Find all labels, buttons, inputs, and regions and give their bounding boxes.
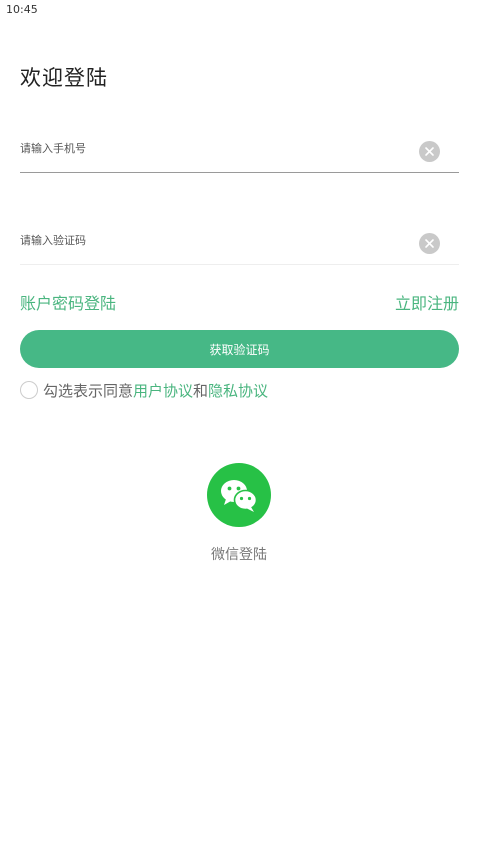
phone-input[interactable] [20,142,400,155]
agreement-prefix-text: 勾选表示同意 [43,381,134,400]
agreement-conjunction-text: 和 [193,381,209,400]
register-link[interactable]: 立即注册 [395,290,459,314]
privacy-agreement-link[interactable]: 隐私协议 [208,380,268,401]
wechat-icon [221,480,258,512]
password-login-link[interactable]: 账户密码登陆 [20,290,116,314]
user-agreement-link[interactable]: 用户协议 [133,380,193,401]
code-field-row [20,224,459,265]
agreement-checkbox[interactable] [20,381,38,399]
clear-icon [425,239,434,248]
wechat-login-label: 微信登陆 [211,547,267,563]
phone-field-row [20,132,459,173]
verification-code-input[interactable] [20,234,400,247]
page-title: 欢迎登陆 [20,66,108,90]
clear-phone-button[interactable] [419,141,440,162]
clear-code-button[interactable] [419,233,440,254]
get-verification-code-button[interactable]: 获取验证码 [20,330,459,368]
wechat-login-button[interactable] [207,463,271,527]
agreement-row: 勾选表示同意 用户协议 和 隐私协议 [20,379,268,401]
clear-icon [425,147,434,156]
login-options-row: 账户密码登陆 立即注册 [20,290,459,314]
status-bar-time: 10:45 [6,3,38,16]
